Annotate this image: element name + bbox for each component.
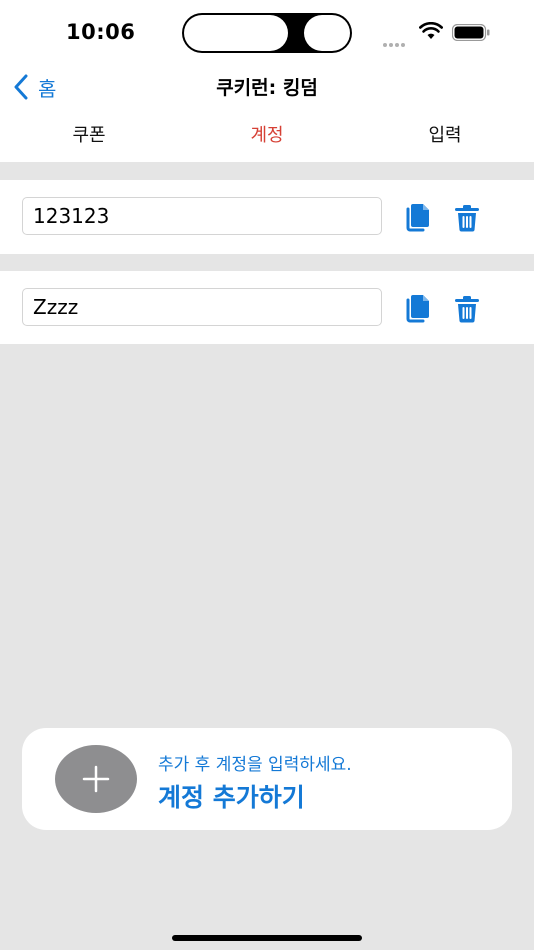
copy-icon[interactable] <box>404 293 432 323</box>
add-account-hint: 추가 후 계정을 입력하세요. <box>158 755 352 775</box>
copy-icon[interactable] <box>404 202 432 232</box>
plus-icon <box>82 765 110 793</box>
add-account-label: 계정 추가하기 <box>158 783 305 812</box>
account-field[interactable]: 123123 <box>22 197 382 235</box>
cellular-signal-icon <box>383 32 411 47</box>
dynamic-island-pill <box>184 15 288 51</box>
trash-icon[interactable] <box>454 295 480 323</box>
app-screen: 10:06 홈 쿠키런: 킹덤 쿠폰 계정 입력 123123 Zzzz 추가 … <box>0 0 534 950</box>
home-indicator <box>172 935 362 941</box>
tab-input[interactable]: 입력 <box>356 110 534 162</box>
account-field[interactable]: Zzzz <box>22 288 382 326</box>
account-row: Zzzz <box>0 271 534 344</box>
navigation-bar: 홈 쿠키런: 킹덤 <box>0 64 534 110</box>
add-account-card[interactable]: 추가 후 계정을 입력하세요. 계정 추가하기 <box>22 728 512 830</box>
account-row: 123123 <box>0 180 534 254</box>
status-time: 10:06 <box>66 20 136 44</box>
wifi-icon <box>419 22 443 39</box>
tab-coupon[interactable]: 쿠폰 <box>0 110 178 162</box>
trash-icon[interactable] <box>454 204 480 232</box>
status-bar: 10:06 <box>0 0 534 64</box>
battery-icon <box>452 24 490 41</box>
dynamic-island-dot <box>304 15 350 51</box>
tab-bar: 쿠폰 계정 입력 <box>0 110 534 162</box>
add-account-button[interactable] <box>55 745 137 813</box>
page-title: 쿠키런: 킹덤 <box>216 77 318 99</box>
tab-account[interactable]: 계정 <box>178 110 356 162</box>
